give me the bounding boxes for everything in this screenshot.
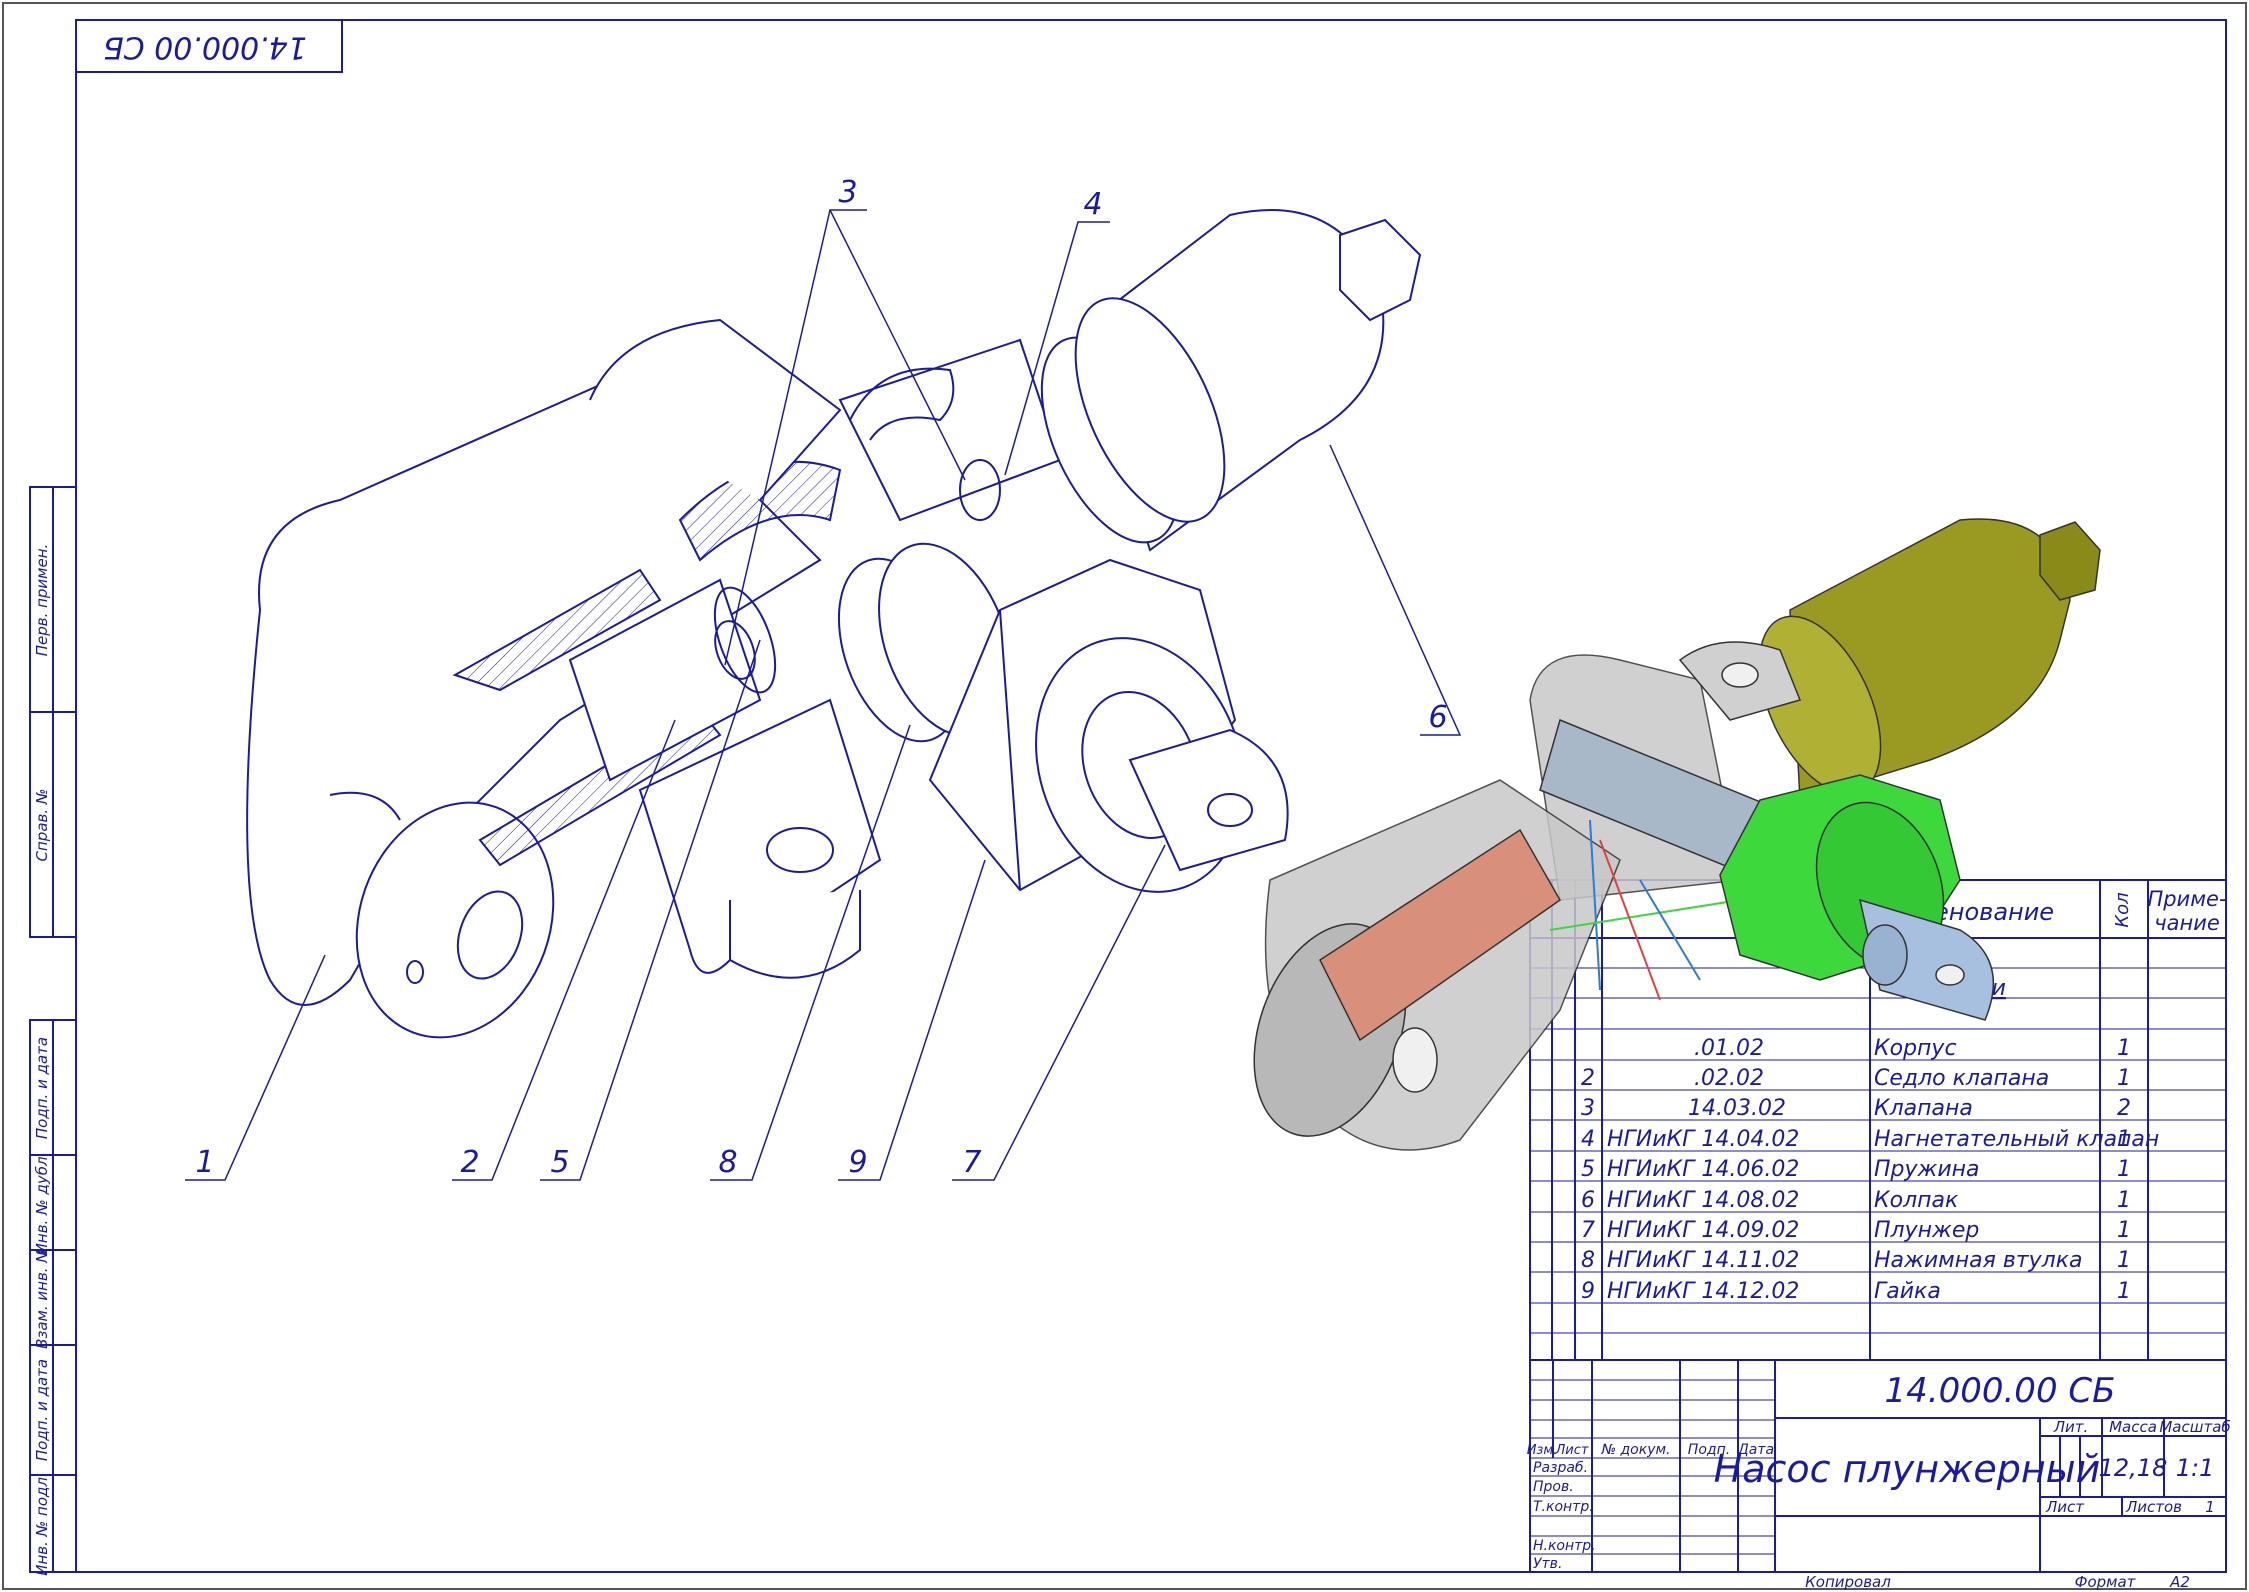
spec-header-note-1: Приме- xyxy=(2147,887,2226,911)
spec-row-pos: 8 xyxy=(1581,1248,1595,1273)
role-check: Пров. xyxy=(1533,1479,1574,1495)
format-value: А2 xyxy=(2169,1573,2190,1591)
valve-flange-hole xyxy=(1721,662,1759,688)
spec-row-pos: 3 xyxy=(1581,1096,1595,1121)
spec-row-name: Корпус xyxy=(1874,1036,1957,1061)
spec-row-pos: 4 xyxy=(1581,1127,1595,1152)
spec-row-name: Гайка xyxy=(1874,1279,1941,1304)
lit-label: Лит. xyxy=(2053,1418,2089,1436)
callout-8: 8 xyxy=(718,1145,737,1180)
plunger-eye-3d-hole xyxy=(1935,964,1965,986)
valve-block xyxy=(838,338,1062,522)
spec-row-name: Клапана xyxy=(1874,1096,1973,1121)
sheet-label: Лист xyxy=(2045,1498,2085,1516)
spec-row-pos: 5 xyxy=(1581,1157,1595,1182)
role-ncontrol: Н.контр. xyxy=(1533,1538,1596,1554)
spec-row: 3 14.03.02 Клапана 2 xyxy=(1581,1096,2131,1121)
callout-1: 1 xyxy=(195,1145,214,1180)
callout-6: 6 xyxy=(1428,700,1447,735)
spec-row-qty: 1 xyxy=(2117,1127,2131,1152)
spec-row-name: Пружина xyxy=(1874,1157,1980,1182)
spec-row-designation: НГИиКГ 14.06.02 xyxy=(1607,1157,1799,1182)
spec-row: 6 НГИиКГ 14.08.02 Колпак 1 xyxy=(1581,1188,2131,1213)
side-label-podp2: Подп. и дата xyxy=(33,1359,51,1461)
spec-row-designation: НГИиКГ 14.08.02 xyxy=(1607,1188,1799,1213)
spec-row-qty: 1 xyxy=(2117,1066,2131,1091)
spec-header-qty: Кол xyxy=(2112,892,2133,927)
title-block-text: 14.000.00 СБ Насос плунжерный Изм. Лист … xyxy=(1527,1371,2231,1591)
callout-3: 3 xyxy=(838,175,857,210)
spec-row: 8 НГИиКГ 14.11.02 Нажимная втулка 1 xyxy=(1581,1248,2131,1273)
sheets-label: Листов xyxy=(2125,1498,2182,1516)
copied-label: Копировал xyxy=(1805,1573,1891,1591)
side-label-podl: Инв. № подл. xyxy=(33,1472,51,1575)
spec-row-qty: 1 xyxy=(2117,1218,2131,1243)
spec-row-designation: НГИиКГ 14.11.02 xyxy=(1607,1248,1799,1273)
side-label-sprav: Справ. № xyxy=(33,789,51,862)
callout-7: 7 xyxy=(962,1145,981,1180)
side-label-perv: Перв. примен. xyxy=(33,544,51,657)
scale-value: 1:1 xyxy=(2176,1454,2215,1482)
spec-row-qty: 1 xyxy=(2117,1036,2131,1061)
callout-2: 2 xyxy=(460,1145,479,1180)
side-labels: Перв. примен. Справ. № Подп. и дата Инв.… xyxy=(33,544,51,1576)
drawing-sheet: 14.000.00 СБ Перв. примен. Справ. № Подп… xyxy=(2,2,2247,1591)
spec-row: 5 НГИиКГ 14.06.02 Пружина 1 xyxy=(1581,1157,2131,1182)
sheets-value: 1 xyxy=(2205,1498,2215,1516)
spec-row-designation: 14.03.02 xyxy=(1688,1096,1786,1121)
spec-row-qty: 1 xyxy=(2117,1157,2131,1182)
spec-row: 9 НГИиКГ 14.12.02 Гайка 1 xyxy=(1581,1279,2131,1304)
flange-boss xyxy=(729,890,861,979)
callout-9: 9 xyxy=(848,1145,867,1180)
role-approve: Утв. xyxy=(1533,1556,1562,1572)
spec-row: 7 НГИиКГ 14.09.02 Плунжер 1 xyxy=(1581,1218,2131,1243)
spec-row-qty: 2 xyxy=(2117,1096,2131,1121)
body-3d-bore xyxy=(1392,1027,1438,1093)
callout-5: 5 xyxy=(550,1145,569,1180)
spec-row: .01.02 Корпус 1 xyxy=(1694,1036,2131,1061)
side-label-dubl: Инв. № дубл. xyxy=(33,1152,51,1255)
role-develop: Разраб. xyxy=(1533,1460,1588,1476)
spec-row-name: Нажимная втулка xyxy=(1874,1248,2082,1273)
spec-header-note-2: чание xyxy=(2154,911,2220,935)
col-date: Дата xyxy=(1737,1442,1774,1458)
spec-row-pos: 6 xyxy=(1581,1188,1595,1213)
col-izm: Изм. xyxy=(1527,1443,1558,1458)
spec-row-pos: 7 xyxy=(1581,1218,1595,1243)
spec-row-designation: .01.02 xyxy=(1694,1036,1764,1061)
spec-row-pos: 2 xyxy=(1581,1066,1595,1091)
col-list: Лист xyxy=(1555,1443,1589,1458)
spec-row-qty: 1 xyxy=(2117,1279,2131,1304)
spec-row-designation: .02.02 xyxy=(1694,1066,1764,1091)
side-label-podp1: Подп. и дата xyxy=(33,1037,51,1139)
spec-row-designation: НГИиКГ 14.12.02 xyxy=(1607,1279,1799,1304)
mass-label: Масса xyxy=(2109,1418,2157,1436)
top-stamp: 14.000.00 СБ xyxy=(75,19,343,73)
spec-row-name: Колпак xyxy=(1874,1188,1959,1213)
pump-3d-model xyxy=(1253,518,2101,1151)
spec-row-designation: НГИиКГ 14.09.02 xyxy=(1607,1218,1799,1243)
mass-value: 12,18 xyxy=(2099,1454,2168,1482)
plunger-stem-3d xyxy=(1862,924,1908,986)
spec-row-qty: 1 xyxy=(2117,1188,2131,1213)
spec-row-name: Плунжер xyxy=(1874,1218,1979,1243)
spec-row: 2 .02.02 Седло клапана 1 xyxy=(1581,1066,2131,1091)
col-docnum: № докум. xyxy=(1600,1442,1670,1458)
col-sign: Подп. xyxy=(1688,1442,1730,1458)
doc-number: 14.000.00 СБ xyxy=(1885,1371,2116,1411)
spec-row-qty: 1 xyxy=(2117,1248,2131,1273)
top-stamp-text: 14.000.00 СБ xyxy=(103,30,307,65)
side-label-vzam: Взам. инв. № xyxy=(33,1247,51,1349)
format-label: Формат xyxy=(2075,1573,2137,1591)
spec-row-designation: НГИиКГ 14.04.02 xyxy=(1607,1127,1799,1152)
scale-label: Масштаб xyxy=(2159,1418,2230,1436)
spec-row-pos: 9 xyxy=(1581,1279,1595,1304)
spec-row-name: Седло клапана xyxy=(1874,1066,2049,1091)
callout-4: 4 xyxy=(1083,187,1102,222)
role-tcontrol: Т.контр. xyxy=(1533,1499,1594,1515)
